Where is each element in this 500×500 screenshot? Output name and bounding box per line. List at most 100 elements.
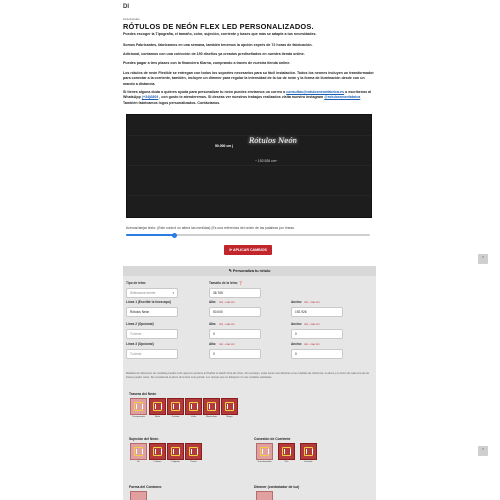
backing-icon xyxy=(225,402,234,411)
apply-changes-label: APLICAR CAMBIOS xyxy=(232,248,267,252)
backing-icon xyxy=(153,402,162,411)
chevron-up-icon: ⌃ xyxy=(480,448,486,454)
contorno-option[interactable] xyxy=(130,491,147,500)
trasera-option-label: Cortado xyxy=(171,416,180,418)
line2-label: Línea 2 (Opcional) xyxy=(126,322,154,326)
conexion-option-label: Enchufe xyxy=(304,461,313,463)
preview-width-label: ~ 192.926 cm~ xyxy=(255,159,278,163)
trasera-option[interactable] xyxy=(149,398,166,415)
line1-height-input[interactable]: 50.000 xyxy=(209,307,261,317)
intro-paragraph-3: Adicional, contamos con una colección de… xyxy=(123,52,305,56)
sujecion-option-label: Cadena xyxy=(153,461,162,463)
conexion-option[interactable] xyxy=(256,443,273,460)
line1-width-hint: min - max cm xyxy=(304,301,320,304)
line2-width-hint: min - max cm xyxy=(304,323,320,326)
preview-neon-text: Rótulos Neón xyxy=(249,137,298,145)
trasera-option[interactable] xyxy=(221,398,238,415)
intro-paragraph-5: Los rótulos de neón Flexible se entregan… xyxy=(123,71,374,86)
section-title-trasera: Trasera del Neón xyxy=(129,392,157,396)
line1-height-label: Alto: xyxy=(209,300,217,304)
plug-icon xyxy=(304,447,313,456)
font-label: Tipo de letra: xyxy=(126,281,146,285)
trasera-option[interactable] xyxy=(130,398,147,415)
section-title-dimmer: Dimmer (controlador de luz) xyxy=(254,485,300,489)
panel-title: Personaliza tu rótulo xyxy=(232,269,271,273)
line2-width-label: Ancho: xyxy=(291,322,302,326)
font-select-value: Seleccione fuente xyxy=(130,291,156,295)
line1-label: Línea 1 (Escribir la línea aquí) xyxy=(126,300,171,304)
contact-paragraph: Si tienes alguna duda o quieres ayuda pa… xyxy=(123,90,375,106)
size-input[interactable]: 36.765 xyxy=(209,288,261,298)
size-label-text: Tamaño de la letra: xyxy=(209,281,238,285)
line2-height-input[interactable]: 0 xyxy=(209,329,261,339)
preview-grid-line xyxy=(127,195,371,196)
sujecion-option-label: Colgante xyxy=(171,461,180,463)
line1-width-input[interactable]: 192.926 xyxy=(291,307,343,317)
line3-label: Línea 3 (Opcional) xyxy=(126,342,154,346)
mount-icon xyxy=(134,447,143,456)
intro-paragraph-2: Somos Fabricantes, fabricamos en una sem… xyxy=(123,43,313,47)
preview-height-label: 50.000 cm | xyxy=(215,144,234,148)
backing-icon xyxy=(189,402,198,411)
section-title-conexion: Conexión de Corriente xyxy=(254,437,291,441)
scroll-up-button[interactable]: ⌃ xyxy=(478,254,488,264)
sujecion-option[interactable] xyxy=(185,443,202,460)
page-title: RÓTULOS DE NEÓN FLEX LED PERSONALIZADOS. xyxy=(123,22,314,31)
sujecion-option[interactable] xyxy=(167,443,184,460)
help-icon[interactable]: ❓ xyxy=(239,281,243,285)
backing-icon xyxy=(134,402,143,411)
whatsapp-link[interactable]: (+34)6869 xyxy=(142,95,158,99)
sujecion-option[interactable] xyxy=(130,443,147,460)
trasera-option[interactable] xyxy=(167,398,184,415)
email-link[interactable]: consultas@rotulosneonfabrica.es xyxy=(286,90,344,94)
sujecion-option-label: Kit xyxy=(137,461,140,463)
preview-grid-line xyxy=(127,165,371,166)
site-logo[interactable]: DI xyxy=(123,3,131,11)
trasera-option-label: Neón xyxy=(154,416,161,418)
font-select[interactable]: Seleccione fuente ▾ xyxy=(126,288,178,298)
line3-height-input[interactable]: 0 xyxy=(209,349,261,359)
chevron-up-icon: ⌃ xyxy=(480,256,486,262)
contact-text-3: , con gusto te atenderemos. Si deseas ve… xyxy=(159,95,324,100)
backing-icon xyxy=(171,402,180,411)
preview-grid-line xyxy=(127,135,371,136)
trasera-option[interactable] xyxy=(203,398,220,415)
measurement-note: Medidas de referencia, las medidas puede… xyxy=(126,372,370,380)
dimmer-option[interactable] xyxy=(256,491,273,500)
conexion-option[interactable] xyxy=(278,443,295,460)
neon-preview: 50.000 cm | Rótulos Neón ~ 192.926 cm~ xyxy=(126,114,372,218)
line3-input[interactable]: Tu texto xyxy=(126,349,178,359)
mount-icon xyxy=(189,447,198,456)
apply-changes-button[interactable]: ⟳ APLICAR CAMBIOS xyxy=(224,245,272,255)
mount-icon xyxy=(153,447,162,456)
contact-text-1: Si tienes alguna duda o quieres ayuda pa… xyxy=(123,90,286,94)
mount-icon xyxy=(171,447,180,456)
trasera-option[interactable] xyxy=(185,398,202,415)
line3-width-hint: min - max cm xyxy=(304,343,320,346)
line3-height-label: Alto: xyxy=(209,342,217,346)
sujecion-option[interactable] xyxy=(149,443,166,460)
line2-width-input[interactable]: 0 xyxy=(291,329,343,339)
instagram-link[interactable]: @rotulosneonfabrica xyxy=(324,95,360,99)
line1-width-label: Ancho: xyxy=(291,300,302,304)
scroll-up-button-2[interactable]: ⌃ xyxy=(478,446,488,456)
line2-input[interactable]: Tu texto xyxy=(126,329,178,339)
line3-width-label: Ancho: xyxy=(291,342,302,346)
conexion-option[interactable] xyxy=(300,443,317,460)
line3-width-input[interactable]: 0 xyxy=(291,349,343,359)
zoom-slider-handle[interactable] xyxy=(172,232,178,238)
trasera-option-label: Vinilo xyxy=(190,416,197,418)
breadcrumb[interactable]: inicio/rotulos xyxy=(123,17,140,21)
trasera-option-label: Negro xyxy=(226,416,233,418)
chevron-down-icon: ▾ xyxy=(172,291,174,295)
size-label: Tamaño de la letra: ❓ xyxy=(209,281,243,285)
trasera-option-label: Transparente xyxy=(132,416,145,418)
contact-text-4: También fabricamos logos personalizados.… xyxy=(123,100,221,105)
line3-height-hint: min - max cm xyxy=(219,343,235,346)
conexion-option-label: Transformador xyxy=(257,461,272,463)
plug-icon xyxy=(282,447,291,456)
intro-paragraph-4: Puedes pagar a tres plazos con la financ… xyxy=(123,61,291,65)
zoom-slider[interactable] xyxy=(126,232,370,238)
line1-input[interactable]: Rótulos Neón xyxy=(126,307,178,317)
line2-height-label: Alto: xyxy=(209,322,217,326)
